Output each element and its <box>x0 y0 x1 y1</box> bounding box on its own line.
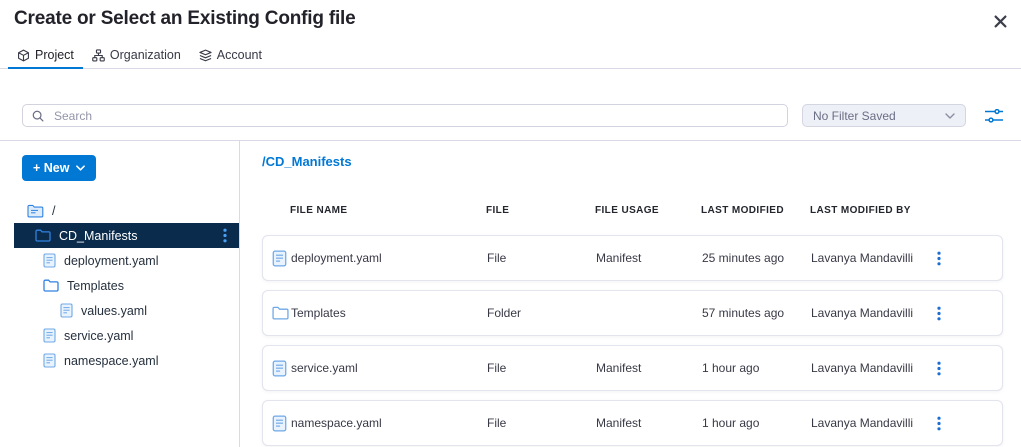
file-icon <box>43 328 56 343</box>
last-modified-by-cell: Lavanya Mandavilli <box>811 416 933 430</box>
kebab-menu-icon[interactable] <box>223 228 227 243</box>
tab-project[interactable]: Project <box>8 42 83 68</box>
search-input-wrapper <box>22 104 788 127</box>
file-name-cell: service.yaml <box>291 361 487 375</box>
file-usage-cell: Manifest <box>596 361 702 375</box>
close-button[interactable] <box>989 10 1011 32</box>
chevron-down-icon <box>945 113 955 119</box>
project-icon <box>17 49 30 62</box>
close-icon <box>994 15 1007 28</box>
col-last-modified: LAST MODIFIED <box>701 205 810 216</box>
file-icon <box>60 303 73 318</box>
tree-item[interactable]: values.yaml <box>14 298 239 323</box>
tab-account[interactable]: Account <box>190 42 271 68</box>
tab-label: Organization <box>110 48 181 62</box>
file-icon <box>263 250 291 267</box>
search-input[interactable] <box>52 108 779 124</box>
tree-item-label: values.yaml <box>81 304 147 318</box>
tree-item-label: deployment.yaml <box>64 254 159 268</box>
file-type-cell: File <box>487 251 596 265</box>
modal-header: Create or Select an Existing Config file <box>0 0 1021 42</box>
account-icon <box>199 49 212 62</box>
last-modified-by-cell: Lavanya Mandavilli <box>811 361 933 375</box>
file-usage-cell: Manifest <box>596 416 702 430</box>
table-row[interactable]: service.yaml File Manifest 1 hour ago La… <box>262 345 1003 391</box>
kebab-menu-icon[interactable] <box>933 306 1002 321</box>
scope-tabs: Project Organization Account <box>0 42 1021 69</box>
file-name-cell: deployment.yaml <box>291 251 487 265</box>
file-table-panel: /CD_Manifests FILE NAME FILE FILE USAGE … <box>240 141 1021 447</box>
file-type-cell: File <box>487 416 596 430</box>
file-name-cell: namespace.yaml <box>291 416 487 430</box>
new-button[interactable]: + New <box>22 155 96 181</box>
search-icon <box>31 109 45 123</box>
tab-label: Project <box>35 48 74 62</box>
kebab-menu-icon[interactable] <box>933 251 1002 266</box>
col-file-usage: FILE USAGE <box>595 205 701 216</box>
col-file: FILE <box>486 205 595 216</box>
file-table-body: deployment.yaml File Manifest 25 minutes… <box>262 235 1003 447</box>
last-modified-by-cell: Lavanya Mandavilli <box>811 251 933 265</box>
folder-icon <box>43 279 59 292</box>
tab-organization[interactable]: Organization <box>83 42 190 68</box>
open-folder-icon <box>27 204 44 218</box>
folder-icon <box>263 306 291 320</box>
file-type-cell: File <box>487 361 596 375</box>
tree-item-label: service.yaml <box>64 329 133 343</box>
table-row[interactable]: Templates Folder 57 minutes ago Lavanya … <box>262 290 1003 336</box>
organization-icon <box>92 49 105 62</box>
tree-item-label: namespace.yaml <box>64 354 159 368</box>
col-file-name: FILE NAME <box>290 205 486 216</box>
file-icon <box>263 415 291 432</box>
table-header: FILE NAME FILE FILE USAGE LAST MODIFIED … <box>262 205 1003 216</box>
file-type-cell: Folder <box>487 306 596 320</box>
file-tree: / CD_Manifests deployment.yaml <box>0 198 239 373</box>
toolbar: No Filter Saved <box>0 104 1021 130</box>
tree-item[interactable]: service.yaml <box>14 323 239 348</box>
tree-item-label: Templates <box>67 279 124 293</box>
kebab-menu-icon[interactable] <box>933 416 1002 431</box>
filter-dropdown-value: No Filter Saved <box>813 109 896 123</box>
file-name-cell: Templates <box>291 306 487 320</box>
table-row[interactable]: deployment.yaml File Manifest 25 minutes… <box>262 235 1003 281</box>
tab-label: Account <box>217 48 262 62</box>
chevron-down-icon <box>76 165 85 171</box>
filter-settings-button[interactable] <box>984 106 1004 126</box>
table-row[interactable]: namespace.yaml File Manifest 1 hour ago … <box>262 400 1003 446</box>
tree-item-label: / <box>52 204 55 218</box>
breadcrumb[interactable]: /CD_Manifests <box>262 154 352 169</box>
file-icon <box>43 353 56 368</box>
last-modified-cell: 57 minutes ago <box>702 306 811 320</box>
file-tree-panel: + New / CD_Manifests <box>0 141 240 447</box>
tree-item[interactable]: CD_Manifests <box>14 223 239 248</box>
filter-icon <box>985 109 1003 123</box>
content-area: + New / CD_Manifests <box>0 140 1021 447</box>
tree-item[interactable]: namespace.yaml <box>14 348 239 373</box>
tree-item[interactable]: Templates <box>14 273 239 298</box>
file-icon <box>263 360 291 377</box>
last-modified-cell: 25 minutes ago <box>702 251 811 265</box>
col-last-modified-by: LAST MODIFIED BY <box>810 205 932 216</box>
tree-item[interactable]: deployment.yaml <box>14 248 239 273</box>
config-file-modal: Create or Select an Existing Config file… <box>0 0 1021 447</box>
folder-icon <box>35 229 51 242</box>
kebab-menu-icon[interactable] <box>933 361 1002 376</box>
file-icon <box>43 253 56 268</box>
new-button-label: + New <box>33 161 69 175</box>
tree-item-label: CD_Manifests <box>59 229 138 243</box>
filter-dropdown[interactable]: No Filter Saved <box>802 104 966 127</box>
last-modified-by-cell: Lavanya Mandavilli <box>811 306 933 320</box>
last-modified-cell: 1 hour ago <box>702 416 811 430</box>
tree-item[interactable]: / <box>14 198 239 223</box>
file-usage-cell: Manifest <box>596 251 702 265</box>
last-modified-cell: 1 hour ago <box>702 361 811 375</box>
page-title: Create or Select an Existing Config file <box>14 8 355 30</box>
